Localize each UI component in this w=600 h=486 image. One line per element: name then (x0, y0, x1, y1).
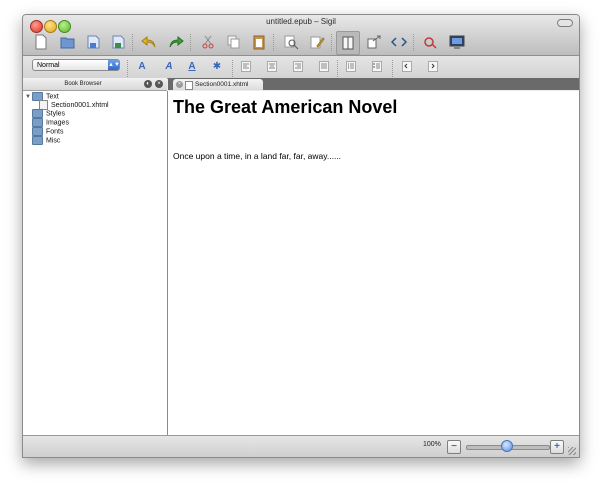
align-justify-icon[interactable] (316, 59, 332, 73)
open-icon[interactable] (57, 31, 79, 53)
document-paragraph[interactable]: Once upon a time, in a land far, far, aw… (173, 151, 341, 161)
increase-indent-icon[interactable] (425, 59, 441, 73)
numbered-list-icon[interactable] (369, 59, 385, 73)
tree-item-styles[interactable]: Styles (32, 109, 65, 118)
find-icon[interactable] (280, 31, 302, 53)
folder-icon (32, 118, 43, 127)
cut-icon[interactable] (197, 31, 219, 53)
new-icon[interactable] (30, 31, 52, 53)
split-view-icon[interactable] (363, 31, 385, 53)
tab-label: Section0001.xhtml (195, 81, 249, 88)
paste-icon[interactable] (248, 31, 270, 53)
code-view-icon[interactable] (388, 31, 410, 53)
align-center-icon[interactable] (264, 59, 280, 73)
decrease-indent-icon[interactable] (399, 59, 415, 73)
italic-icon[interactable]: A (161, 59, 177, 73)
spellcheck-icon[interactable] (420, 31, 442, 53)
align-right-icon[interactable] (290, 59, 306, 73)
titlebar: untitled.epub – Sigil (23, 15, 579, 56)
float-panel-icon[interactable]: ◐ (144, 80, 152, 88)
save-as-icon[interactable] (107, 31, 129, 53)
xhtml-file-icon (185, 81, 193, 90)
align-left-icon[interactable] (238, 59, 254, 73)
save-icon[interactable] (82, 31, 104, 53)
app-window: untitled.epub – Sigil Normal ▲▼ A A A ✱ … (22, 14, 580, 458)
tree-item-label: Images (46, 119, 69, 127)
tree-item-label: Section0001.xhtml (51, 101, 109, 109)
preview-icon[interactable] (446, 31, 468, 53)
tree-item-section0001[interactable]: Section0001.xhtml (39, 100, 109, 110)
bold-icon[interactable]: A (134, 59, 150, 73)
undo-icon[interactable] (138, 31, 160, 53)
tab-section0001[interactable]: × Section0001.xhtml (173, 79, 263, 90)
style-select-value: Normal (37, 62, 60, 69)
folder-icon (32, 109, 43, 118)
meta-editor-icon[interactable] (306, 31, 328, 53)
style-select[interactable]: Normal ▲▼ (32, 59, 120, 71)
editor-tab-bar: × Section0001.xhtml (168, 78, 579, 90)
zoom-in-button[interactable]: + (550, 440, 564, 454)
close-panel-icon[interactable]: × (155, 80, 163, 88)
zoom-slider-thumb[interactable] (501, 440, 513, 452)
window-title: untitled.epub – Sigil (266, 17, 336, 26)
resize-grip-icon[interactable] (568, 447, 576, 455)
tree-item-fonts[interactable]: Fonts (32, 127, 64, 136)
tree-item-label: Misc (46, 137, 61, 145)
toolbar-toggle-button[interactable] (557, 19, 573, 27)
status-bar: 100% − + (23, 435, 579, 457)
document-heading[interactable]: The Great American Novel (173, 97, 397, 118)
disclosure-triangle-icon[interactable]: ▼ (25, 93, 31, 102)
book-view-icon[interactable] (336, 31, 360, 55)
zoom-level: 100% (423, 441, 441, 448)
book-browser-title: Book Browser (64, 81, 102, 87)
tree-item-misc[interactable]: Misc (32, 136, 60, 145)
close-tab-icon[interactable]: × (176, 81, 183, 88)
zoom-out-button[interactable]: − (447, 440, 461, 454)
format-toolbar: Normal ▲▼ A A A ✱ (23, 56, 579, 79)
bullet-list-icon[interactable] (343, 59, 359, 73)
book-browser-tree: ▼ Text Section0001.xhtml Styles Images Fo… (23, 91, 168, 435)
tree-item-label: Styles (46, 110, 66, 118)
chevron-down-icon[interactable]: ▲▼ (108, 60, 120, 70)
folder-icon (32, 136, 43, 145)
main-toolbar (23, 30, 579, 55)
tree-item-images[interactable]: Images (32, 118, 69, 127)
copy-icon[interactable] (222, 31, 244, 53)
redo-icon[interactable] (165, 31, 187, 53)
underline-icon[interactable]: A (184, 59, 200, 73)
tree-item-label: Fonts (46, 128, 64, 136)
book-view-editor[interactable]: The Great American Novel Once upon a tim… (168, 91, 579, 435)
book-browser-header: Book Browser ◐ × (23, 78, 167, 91)
strikethrough-icon[interactable]: ✱ (209, 59, 225, 73)
folder-icon (32, 127, 43, 136)
